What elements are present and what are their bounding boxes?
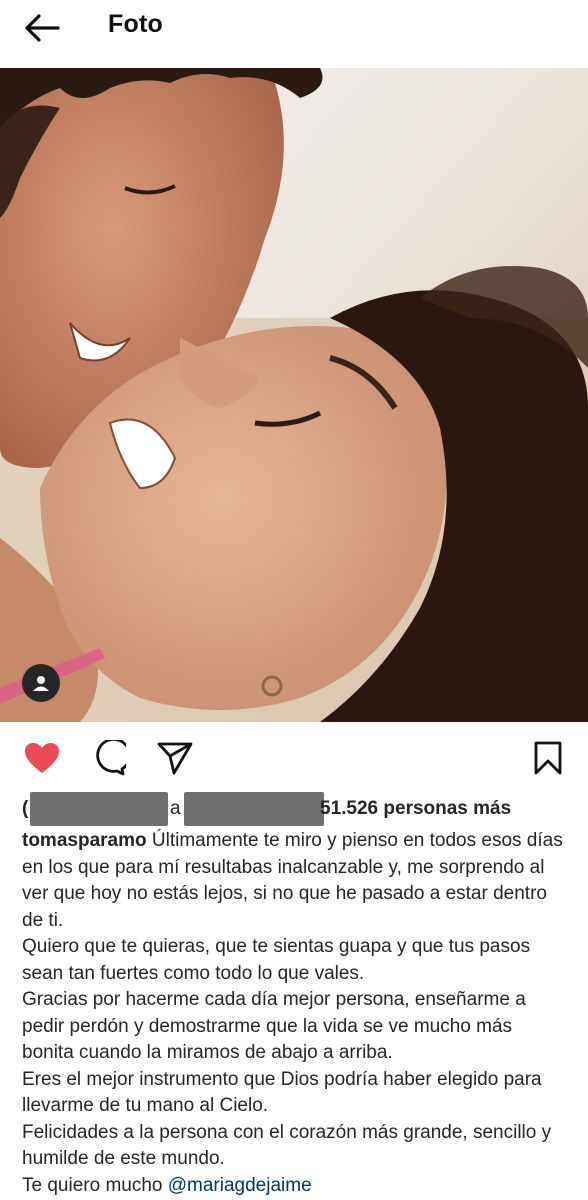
mention-link[interactable]: @mariagdejaime [168,1175,312,1196]
bookmark-icon [534,741,562,775]
likes-prefix: ( [22,798,29,819]
like-button[interactable] [22,738,62,778]
caption-paragraph: Eres el mejor instrumento que Dios podrí… [22,1068,542,1117]
user-tag-icon [33,676,49,691]
tag-people-button[interactable] [22,664,60,702]
caption-username[interactable]: tomasparamo [22,830,147,851]
comment-button[interactable] [88,738,128,778]
caption-paragraph: Gracias por hacerme cada día mejor perso… [22,989,526,1063]
caption-paragraph: Te quiero mucho @mariagdejaime [22,1173,567,1200]
back-button[interactable] [18,8,66,48]
arrow-left-icon [25,14,60,42]
likes-summary[interactable]: ( a 51.526 personas más [22,792,582,826]
share-button[interactable] [155,738,195,778]
save-button[interactable] [528,738,568,778]
photo-image [0,68,588,722]
likes-count-text: 51.526 personas más [320,798,512,819]
comment-icon [96,740,126,776]
post-action-bar [0,730,588,784]
top-bar: Foto [0,0,588,56]
heart-filled-icon [25,743,59,773]
redacted-username [30,792,168,826]
caption-paragraph: Felicidades a la persona con el corazón … [22,1121,552,1170]
post-photo[interactable] [0,68,588,722]
caption-text: Te quiero mucho [22,1174,168,1196]
page-title: Foto [108,10,163,38]
likes-middle: a [170,798,181,819]
post-caption: tomasparamo Últimamente te miro y pienso… [22,828,567,1199]
caption-paragraph: Quiero que te quieras, que te sientas gu… [22,936,531,984]
redacted-username [184,792,324,826]
caption-paragraph: tomasparamo Últimamente te miro y pienso… [22,828,567,934]
send-icon [157,742,193,775]
